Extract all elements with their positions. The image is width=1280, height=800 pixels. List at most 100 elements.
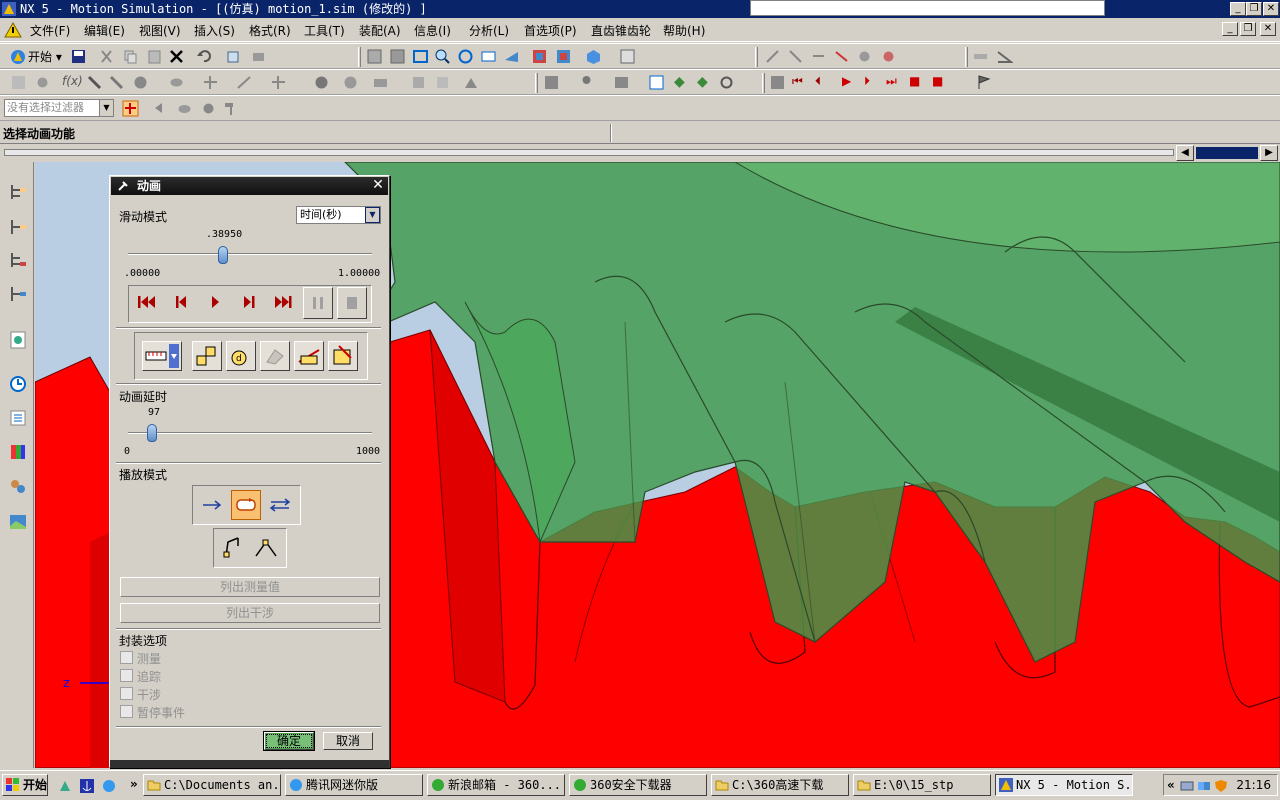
copy-display-icon[interactable] xyxy=(226,48,243,65)
link-icon[interactable] xyxy=(34,74,51,91)
function-icon[interactable]: f(x) xyxy=(62,74,83,91)
pan-icon[interactable] xyxy=(480,48,497,65)
pin-icon[interactable] xyxy=(117,180,129,192)
flag-icon[interactable] xyxy=(976,74,993,91)
force-icon[interactable] xyxy=(236,74,253,91)
interference-icon[interactable] xyxy=(613,74,630,91)
constraint-icon[interactable] xyxy=(168,74,185,91)
spreadsheet-icon[interactable] xyxy=(434,74,451,91)
task-documents-folder[interactable]: C:\Documents an... xyxy=(143,774,281,796)
roles-icon[interactable] xyxy=(8,477,28,497)
menu-view[interactable]: 视图(V) xyxy=(139,22,181,39)
rotate-icon[interactable] xyxy=(457,48,474,65)
start-menu-button[interactable]: 开始 ▾ xyxy=(8,48,62,66)
toolbar-grip-3[interactable] xyxy=(965,47,968,67)
solver-icon[interactable] xyxy=(313,74,330,91)
delay-slider-track[interactable] xyxy=(128,432,372,434)
palette-icon[interactable] xyxy=(8,442,28,462)
constraint-navigator-icon[interactable] xyxy=(8,217,28,237)
menu-analysis[interactable]: 分析(L) xyxy=(469,22,509,39)
history-icon[interactable] xyxy=(8,374,28,394)
spring-icon[interactable] xyxy=(108,74,125,91)
save-icon[interactable] xyxy=(70,48,87,65)
ping-pong-button[interactable] xyxy=(265,491,295,519)
time-slider-track[interactable] xyxy=(128,253,372,255)
toolbar-grip[interactable] xyxy=(358,47,361,67)
render-style-icon[interactable] xyxy=(585,48,602,65)
network-icon[interactable] xyxy=(1180,779,1194,793)
scroll-track[interactable] xyxy=(4,149,1174,156)
scroll-right-button[interactable]: ▶ xyxy=(1260,145,1278,161)
next-frame-button[interactable] xyxy=(235,288,263,316)
restore-button[interactable]: ❐ xyxy=(1246,2,1262,16)
previous-frame-button[interactable] xyxy=(167,288,195,316)
task-360-downloader[interactable]: 360安全下载器 xyxy=(569,774,707,796)
menu-assembly[interactable]: 装配(A) xyxy=(359,22,401,39)
cut-icon[interactable] xyxy=(98,48,115,65)
wireframe-icon[interactable] xyxy=(555,48,572,65)
interference-checkbox[interactable] xyxy=(120,687,133,700)
system-scene-icon[interactable] xyxy=(8,512,28,532)
play-once-button[interactable] xyxy=(197,491,227,519)
paste-icon[interactable] xyxy=(146,48,163,65)
close-icon[interactable]: ✕ xyxy=(370,178,386,194)
menu-insert[interactable]: 插入(S) xyxy=(194,22,235,39)
magnify-icon[interactable] xyxy=(434,48,451,65)
tb-prev-frame-icon[interactable]: ⏴ xyxy=(815,74,832,91)
toolbar-grip-4[interactable] xyxy=(535,73,538,93)
menu-preferences[interactable]: 首选项(P) xyxy=(524,22,577,39)
link-display-button[interactable] xyxy=(294,341,324,371)
solution-icon[interactable] xyxy=(342,74,359,91)
undo-icon[interactable] xyxy=(196,48,213,65)
measure-checkbox[interactable] xyxy=(120,651,133,664)
menu-help[interactable]: 帮助(H) xyxy=(663,22,705,39)
quicklaunch-chevron[interactable]: » xyxy=(130,777,138,791)
network-activity-icon[interactable] xyxy=(1197,779,1211,793)
gear-coupler-icon[interactable] xyxy=(132,74,149,91)
animation-icon[interactable] xyxy=(543,74,560,91)
security-shield-icon[interactable] xyxy=(1214,779,1228,793)
orient-view-icon[interactable] xyxy=(619,48,636,65)
cog-icon[interactable] xyxy=(200,100,217,117)
motion-navigator-icon[interactable] xyxy=(8,284,28,304)
step-articulate-button[interactable] xyxy=(252,534,282,562)
time-slider-thumb[interactable] xyxy=(218,246,229,264)
explode-button[interactable] xyxy=(260,341,290,371)
last-frame-button[interactable] xyxy=(269,288,297,316)
stop-button[interactable] xyxy=(337,287,367,319)
trace-button[interactable] xyxy=(192,341,222,371)
mdi-minimize-button[interactable]: _ xyxy=(1222,22,1238,36)
web-browser-icon[interactable] xyxy=(8,330,28,350)
environment-icon[interactable] xyxy=(10,74,27,91)
close-button[interactable]: ✕ xyxy=(1263,2,1279,16)
select-body-icon[interactable] xyxy=(833,48,850,65)
trace-icon[interactable] xyxy=(578,74,595,91)
pause-event-checkbox[interactable] xyxy=(120,705,133,718)
perspective-icon[interactable] xyxy=(503,48,520,65)
cancel-button[interactable]: 取消 xyxy=(323,732,373,750)
toolbar-grip-2[interactable] xyxy=(755,47,758,67)
horizontal-scrollbar[interactable]: ◀ ▶ xyxy=(0,144,1280,162)
play-button[interactable] xyxy=(201,288,229,316)
minimize-button[interactable]: _ xyxy=(1230,2,1246,16)
quicklaunch-browser-icon[interactable] xyxy=(102,779,116,793)
task-nx5-motion[interactable]: NX 5 - Motion S... xyxy=(995,774,1133,796)
quicklaunch-app-icon[interactable] xyxy=(58,779,72,793)
measure-angle-icon[interactable] xyxy=(996,48,1013,65)
ok-button[interactable]: 确定 xyxy=(263,731,315,751)
snap-point-icon[interactable] xyxy=(764,48,781,65)
anim-settings-icon[interactable] xyxy=(769,74,786,91)
delete-icon[interactable] xyxy=(168,48,185,65)
mdi-close-button[interactable]: ✕ xyxy=(1260,22,1276,36)
reset-icon[interactable] xyxy=(718,74,735,91)
zoom-window-icon[interactable] xyxy=(389,48,406,65)
trace-checkbox[interactable] xyxy=(120,669,133,682)
packaging-icon[interactable] xyxy=(372,74,389,91)
menu-info[interactable]: 信息(I) xyxy=(414,22,451,39)
general-selection-icon[interactable] xyxy=(122,100,139,117)
shaded-icon[interactable] xyxy=(531,48,548,65)
tb-stop-icon[interactable]: ■ xyxy=(932,74,949,91)
tool-options-icon[interactable] xyxy=(250,48,267,65)
export-results-button[interactable] xyxy=(328,341,358,371)
part-navigator-icon[interactable] xyxy=(8,250,28,270)
